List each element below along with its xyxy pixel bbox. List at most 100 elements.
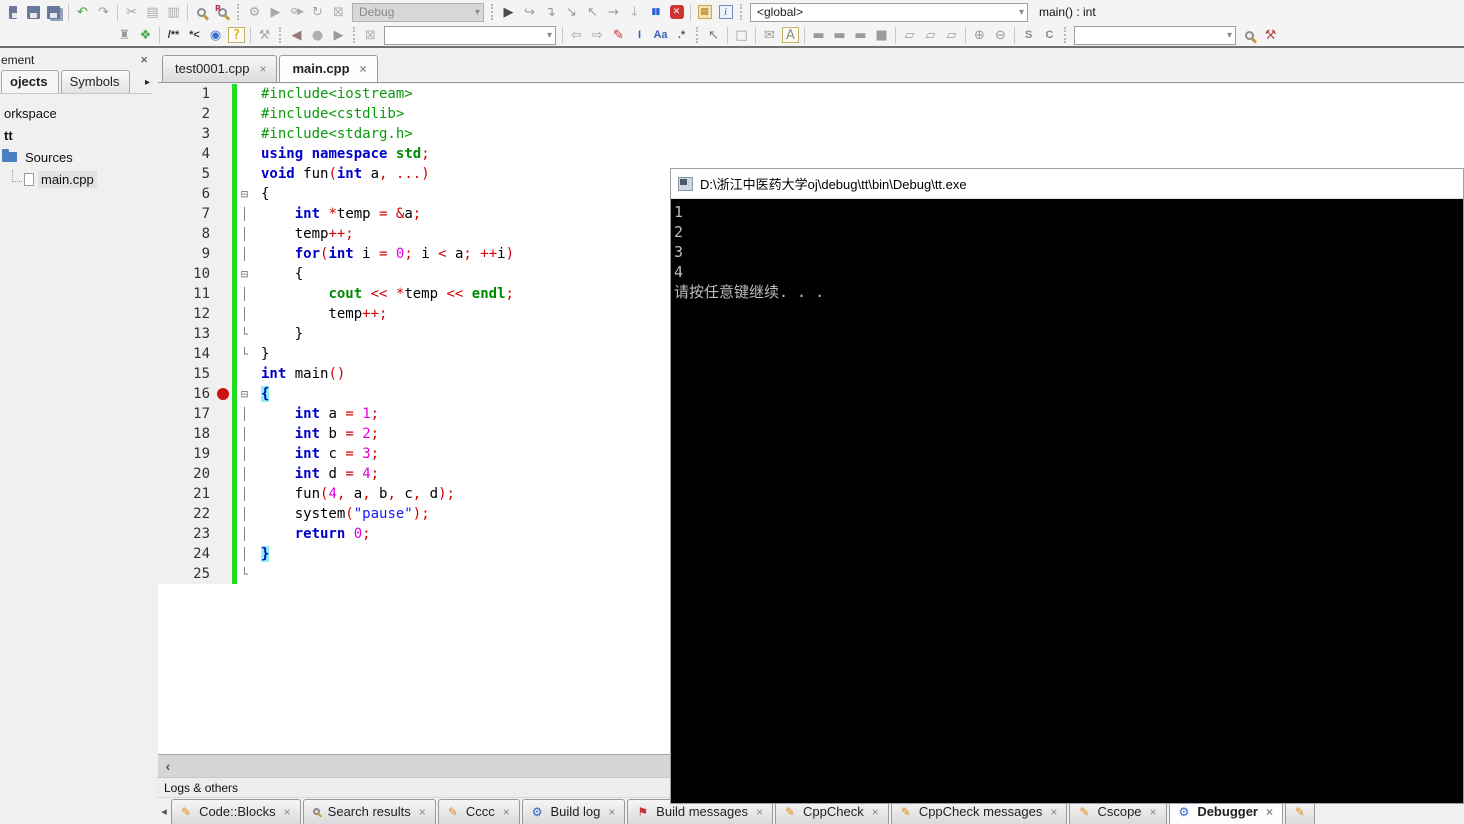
breakpoint-margin[interactable] [214, 244, 232, 264]
symbol-search-input[interactable]: ▾ [1074, 25, 1236, 45]
find-icon[interactable] [191, 2, 212, 22]
console-titlebar[interactable]: D:\浙江中医药大学oj\debug\tt\bin\Debug\tt.exe [671, 169, 1463, 199]
debug-continue-icon[interactable]: ▶ [498, 2, 519, 22]
sizer-grid-icon[interactable]: ▱ [941, 25, 962, 45]
editor-tab-main-cpp[interactable]: main.cpp × [279, 55, 378, 82]
highlight-icon[interactable]: ✎ [608, 25, 629, 45]
console-window[interactable]: D:\浙江中医药大学oj\debug\tt\bin\Debug\tt.exe 1… [670, 168, 1464, 804]
breakpoint-margin[interactable] [214, 104, 232, 124]
logs-tab-code--blocks[interactable]: ✎ Code::Blocks × [171, 799, 301, 824]
next-result-icon[interactable]: ⇨ [587, 25, 608, 45]
incremental-search-input[interactable]: ▾ [384, 25, 556, 45]
close-tab-icon[interactable]: × [419, 805, 426, 819]
tab-scroll-left-icon[interactable]: ◂ [157, 805, 171, 824]
breakpoint-margin[interactable] [214, 484, 232, 504]
doxy-block-comment-icon[interactable]: /** [163, 25, 184, 45]
breakpoint-margin[interactable] [214, 344, 232, 364]
breakpoint-margin[interactable] [214, 204, 232, 224]
close-tab-icon[interactable]: × [608, 805, 615, 819]
match-case-icon[interactable]: Aa [650, 25, 671, 45]
build-and-run-icon[interactable]: ⚙▶ [286, 2, 307, 22]
breakpoint-margin[interactable] [214, 284, 232, 304]
jump-forward-icon[interactable]: ▶ [328, 25, 349, 45]
breakpoint-margin[interactable] [214, 464, 232, 484]
selected-text-icon[interactable]: I [629, 25, 650, 45]
next-instruction-icon[interactable]: → [603, 2, 624, 22]
various-info-icon[interactable]: i [715, 2, 736, 22]
breakpoint-margin[interactable] [214, 124, 232, 144]
close-tab-icon[interactable]: × [360, 62, 367, 76]
sizer-vertical-icon[interactable]: ▱ [920, 25, 941, 45]
align-left-icon[interactable]: ▬ [808, 25, 829, 45]
tab-overflow-icon[interactable]: ▸ [145, 77, 150, 88]
logs-tab-build-log[interactable]: ⚙ Build log × [521, 799, 626, 824]
close-tab-icon[interactable]: × [872, 805, 879, 819]
sidebar-tab-ojects[interactable]: ojects [1, 70, 59, 93]
fold-margin[interactable]: ⊟ [237, 264, 252, 284]
breakpoint-margin[interactable] [214, 404, 232, 424]
tree-item-main-cpp[interactable]: main.cpp [0, 168, 152, 190]
breakpoint-margin[interactable] [214, 544, 232, 564]
wxsmith-icon[interactable]: ◉ [205, 25, 226, 45]
save-icon[interactable] [23, 2, 44, 22]
run-to-cursor-icon[interactable]: ↪ [519, 2, 540, 22]
close-tab-icon[interactable]: × [756, 805, 763, 819]
breakpoint-margin[interactable] [214, 504, 232, 524]
sidebar-tab-symbols[interactable]: Symbols [60, 70, 131, 93]
save-all-icon[interactable] [44, 2, 65, 22]
jump-dot-icon[interactable]: ● [307, 25, 328, 45]
build-icon[interactable]: ⚙ [244, 2, 265, 22]
regex-icon[interactable]: .* [671, 25, 692, 45]
run-icon[interactable]: ▶ [265, 2, 286, 22]
breakpoint-margin[interactable] [214, 304, 232, 324]
cppcheck-run-icon[interactable]: ♜ [114, 25, 135, 45]
close-tab-icon[interactable]: × [1150, 805, 1157, 819]
breakpoint-margin[interactable] [214, 184, 232, 204]
breakpoint-margin[interactable] [214, 424, 232, 444]
close-tab-icon[interactable]: × [503, 805, 510, 819]
step-out-icon[interactable]: ↖ [582, 2, 603, 22]
tools-wrench-icon[interactable]: ⚒ [1260, 25, 1281, 45]
breakpoint-margin[interactable] [214, 144, 232, 164]
fold-margin[interactable]: ⊟ [237, 184, 252, 204]
settings-wrench-icon[interactable]: ⚒ [254, 25, 275, 45]
pointer-icon[interactable]: ↖ [703, 25, 724, 45]
breakpoint-margin[interactable] [214, 164, 232, 184]
align-center-icon[interactable]: ▬ [850, 25, 871, 45]
breakpoint-icon[interactable] [217, 388, 229, 400]
scroll-left-icon[interactable]: ‹ [158, 758, 178, 774]
envelope-icon[interactable]: ✉ [759, 25, 780, 45]
breakpoint-margin[interactable] [214, 84, 232, 104]
close-panel-icon[interactable]: × [140, 52, 148, 67]
cut-icon[interactable]: ✂ [121, 2, 142, 22]
doxy-line-comment-icon[interactable]: *< [184, 25, 205, 45]
tree-item-sources[interactable]: Sources [0, 146, 152, 168]
class-tool-icon[interactable]: C [1039, 25, 1060, 45]
breakpoint-margin[interactable] [214, 524, 232, 544]
clear-search-icon[interactable]: ⊠ [360, 25, 381, 45]
text-block-icon[interactable]: A [782, 27, 799, 43]
scope-select[interactable]: <global> ▾ [750, 2, 1028, 22]
pause-debugger-icon[interactable]: ▮▮ [645, 2, 666, 22]
new-file-icon[interactable] [2, 2, 23, 22]
help-icon[interactable]: ? [228, 27, 245, 43]
search-symbol-icon[interactable] [1239, 25, 1260, 45]
tree-item-tt[interactable]: tt [0, 124, 152, 146]
logs-tab-search-results[interactable]: Search results × [302, 799, 436, 824]
paste-icon[interactable]: ▥ [163, 2, 184, 22]
replace-icon[interactable] [212, 2, 233, 22]
editor-tab-test0001-cpp[interactable]: test0001.cpp × [162, 55, 278, 82]
logs-tab-cccc[interactable]: ✎ Cccc × [437, 799, 520, 824]
close-tab-icon[interactable]: × [1050, 805, 1057, 819]
redo-icon[interactable]: ↷ [93, 2, 114, 22]
copy-icon[interactable]: ▤ [142, 2, 163, 22]
close-tab-icon[interactable]: × [284, 805, 291, 819]
console-output[interactable]: 1 2 3 4 请按任意键继续. . . [671, 199, 1463, 803]
tree-item-orkspace[interactable]: orkspace [0, 102, 152, 124]
cccc-run-icon[interactable]: ❖ [135, 25, 156, 45]
breakpoint-margin[interactable] [214, 224, 232, 244]
breakpoint-margin[interactable] [214, 384, 232, 404]
close-tab-icon[interactable]: × [259, 62, 266, 76]
expand-fill-icon[interactable]: ■ [871, 25, 892, 45]
close-tab-icon[interactable]: × [1266, 805, 1273, 819]
